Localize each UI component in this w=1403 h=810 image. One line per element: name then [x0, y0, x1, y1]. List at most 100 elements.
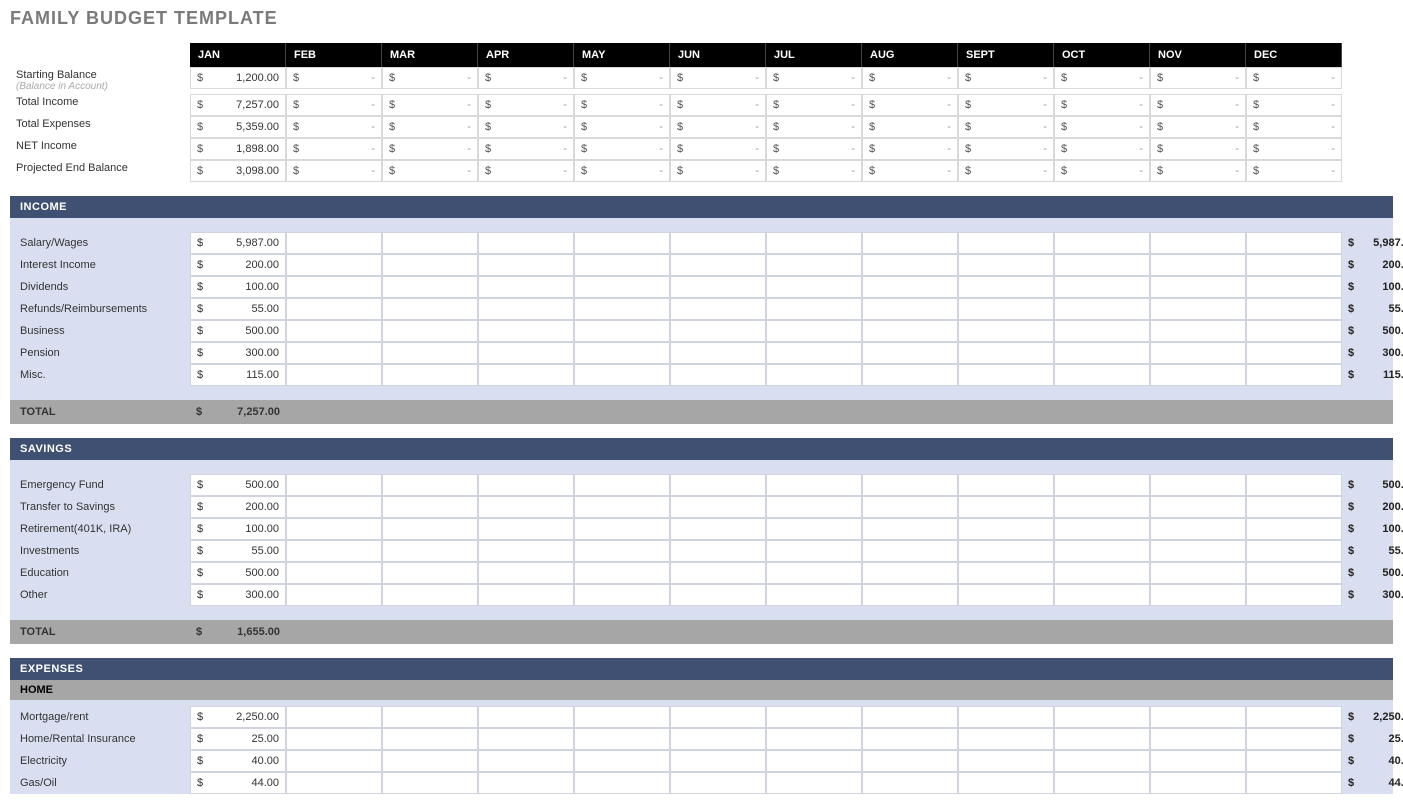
money-cell[interactable] — [766, 706, 862, 728]
money-cell[interactable] — [382, 518, 478, 540]
money-cell[interactable] — [670, 496, 766, 518]
money-cell[interactable] — [766, 320, 862, 342]
money-cell[interactable]: $25.00 — [190, 728, 286, 750]
money-cell[interactable]: $- — [766, 160, 862, 182]
money-cell[interactable] — [286, 342, 382, 364]
money-cell[interactable]: $115.00 — [190, 364, 286, 386]
money-cell[interactable]: $2,250.00 — [190, 706, 286, 728]
money-cell[interactable] — [766, 298, 862, 320]
money-cell[interactable] — [862, 254, 958, 276]
money-cell[interactable] — [382, 298, 478, 320]
money-cell[interactable] — [574, 562, 670, 584]
money-cell[interactable] — [958, 364, 1054, 386]
money-cell[interactable]: $- — [1246, 138, 1342, 160]
money-cell[interactable] — [958, 496, 1054, 518]
money-cell[interactable] — [862, 706, 958, 728]
money-cell[interactable] — [382, 254, 478, 276]
money-cell[interactable] — [1150, 562, 1246, 584]
money-cell[interactable] — [382, 496, 478, 518]
money-cell[interactable]: $- — [478, 116, 574, 138]
money-cell[interactable] — [1054, 320, 1150, 342]
money-cell[interactable]: $- — [1246, 116, 1342, 138]
money-cell[interactable] — [574, 298, 670, 320]
money-cell[interactable] — [1246, 728, 1342, 750]
money-cell[interactable] — [1150, 496, 1246, 518]
money-cell[interactable] — [1150, 364, 1246, 386]
money-cell[interactable] — [574, 474, 670, 496]
money-cell[interactable] — [382, 232, 478, 254]
money-cell[interactable]: $- — [1150, 160, 1246, 182]
money-cell[interactable] — [286, 750, 382, 772]
money-cell[interactable]: $100.00 — [190, 276, 286, 298]
money-cell[interactable] — [1246, 518, 1342, 540]
money-cell[interactable] — [286, 518, 382, 540]
money-cell[interactable]: $40.00 — [190, 750, 286, 772]
money-cell[interactable]: $- — [670, 67, 766, 89]
money-cell[interactable] — [1054, 750, 1150, 772]
money-cell[interactable] — [670, 518, 766, 540]
money-cell[interactable] — [1246, 750, 1342, 772]
money-cell[interactable]: $- — [574, 116, 670, 138]
money-cell[interactable] — [382, 772, 478, 794]
money-cell[interactable] — [958, 728, 1054, 750]
money-cell[interactable] — [1054, 772, 1150, 794]
money-cell[interactable] — [1054, 298, 1150, 320]
money-cell[interactable] — [766, 584, 862, 606]
money-cell[interactable]: $- — [958, 67, 1054, 89]
money-cell[interactable] — [1054, 706, 1150, 728]
money-cell[interactable] — [286, 474, 382, 496]
money-cell[interactable]: $- — [286, 67, 382, 89]
money-cell[interactable] — [1246, 232, 1342, 254]
money-cell[interactable] — [574, 706, 670, 728]
money-cell[interactable] — [478, 298, 574, 320]
money-cell[interactable]: $- — [382, 138, 478, 160]
money-cell[interactable]: $- — [1150, 116, 1246, 138]
money-cell[interactable] — [1054, 276, 1150, 298]
money-cell[interactable] — [766, 496, 862, 518]
money-cell[interactable] — [670, 276, 766, 298]
money-cell[interactable] — [1054, 254, 1150, 276]
money-cell[interactable]: $500.00 — [190, 320, 286, 342]
money-cell[interactable] — [1150, 276, 1246, 298]
money-cell[interactable] — [574, 276, 670, 298]
money-cell[interactable]: $- — [1054, 116, 1150, 138]
money-cell[interactable] — [862, 750, 958, 772]
money-cell[interactable] — [478, 518, 574, 540]
money-cell[interactable]: $- — [958, 94, 1054, 116]
money-cell[interactable] — [1246, 706, 1342, 728]
money-cell[interactable]: $- — [1246, 67, 1342, 89]
money-cell[interactable]: $- — [286, 94, 382, 116]
money-cell[interactable]: $- — [1246, 94, 1342, 116]
money-cell[interactable]: $- — [382, 67, 478, 89]
money-cell[interactable]: $5,359.00 — [190, 116, 286, 138]
money-cell[interactable] — [766, 474, 862, 496]
money-cell[interactable] — [1150, 728, 1246, 750]
money-cell[interactable] — [1246, 772, 1342, 794]
money-cell[interactable] — [958, 342, 1054, 364]
money-cell[interactable] — [1150, 320, 1246, 342]
money-cell[interactable]: $- — [286, 160, 382, 182]
money-cell[interactable] — [478, 728, 574, 750]
money-cell[interactable]: $100.00 — [190, 518, 286, 540]
money-cell[interactable] — [1246, 474, 1342, 496]
money-cell[interactable] — [478, 254, 574, 276]
money-cell[interactable]: $500.00 — [190, 562, 286, 584]
money-cell[interactable]: $55.00 — [190, 540, 286, 562]
money-cell[interactable] — [1246, 364, 1342, 386]
money-cell[interactable] — [286, 276, 382, 298]
money-cell[interactable]: $500.00 — [190, 474, 286, 496]
money-cell[interactable] — [1150, 518, 1246, 540]
money-cell[interactable] — [670, 584, 766, 606]
money-cell[interactable] — [382, 562, 478, 584]
money-cell[interactable]: $- — [1054, 94, 1150, 116]
money-cell[interactable]: $55.00 — [190, 298, 286, 320]
money-cell[interactable] — [958, 540, 1054, 562]
money-cell[interactable] — [1246, 496, 1342, 518]
money-cell[interactable] — [862, 518, 958, 540]
money-cell[interactable] — [382, 540, 478, 562]
money-cell[interactable] — [670, 254, 766, 276]
money-cell[interactable] — [382, 750, 478, 772]
money-cell[interactable]: $- — [862, 94, 958, 116]
money-cell[interactable] — [286, 728, 382, 750]
money-cell[interactable] — [1054, 540, 1150, 562]
